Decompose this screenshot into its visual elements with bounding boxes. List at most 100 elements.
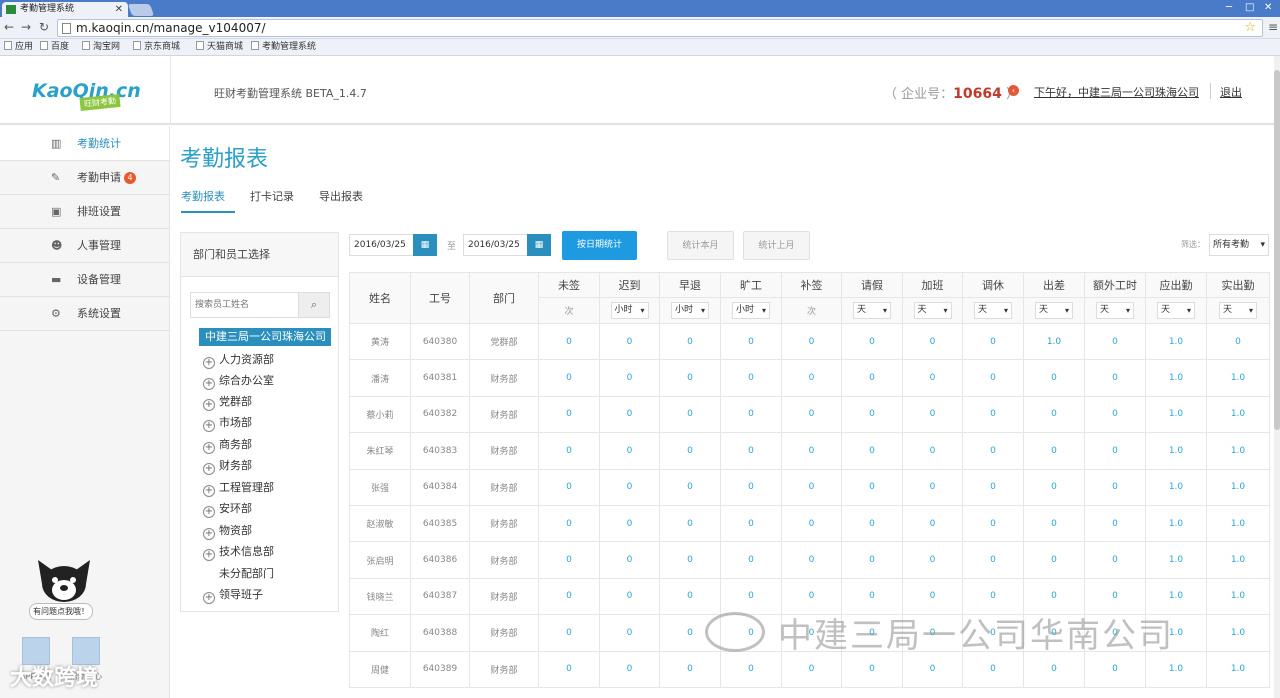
table-cell: 1.0 [1206,650,1270,688]
expand-plus-icon[interactable]: + [203,485,215,497]
table-row[interactable]: 朱红琴 640383 财务部 0 0 0 0 0 0 0 0 0 0 1.0 1.0 [349,432,1270,470]
forward-icon[interactable]: → [21,20,31,34]
close-tab-icon[interactable]: ✕ [115,2,123,17]
tab-punch-records[interactable]: 打卡记录 [250,188,294,204]
tree-node[interactable]: + 工程管理部 [203,478,274,498]
column-header: 调休 [962,272,1024,298]
table-row[interactable]: 张启明 640386 财务部 0 0 0 0 0 0 0 0 0 0 1.0 1.0 [349,541,1270,579]
tree-node[interactable]: + 商务部 [203,435,252,455]
unit-select[interactable]: 天 [913,302,952,319]
tree-node[interactable]: + 党群部 [203,392,252,412]
sidebar-item-hr[interactable]: ☻ 人事管理 [0,229,169,263]
tree-node[interactable]: 未分配部门 [203,564,274,584]
tree-node[interactable]: + 物资部 [203,521,252,541]
help-bubble[interactable]: 有问题点我哦！ [29,603,93,620]
expand-plus-icon[interactable]: + [203,463,215,475]
bookmark-apps[interactable]: 应用 [4,39,33,55]
stat-by-date-button[interactable]: 按日期统计 [562,231,637,260]
scrollbar-thumb[interactable] [1274,70,1280,430]
unit-select[interactable]: 天 [1219,302,1257,319]
close-window-icon[interactable]: ✕ [1264,2,1272,13]
filter-select[interactable]: 所有考勤 [1209,234,1269,256]
employee-search-input[interactable] [191,293,299,317]
logout-link[interactable]: 退出 [1220,84,1242,100]
page-scrollbar[interactable] [1274,56,1280,698]
url-input[interactable]: m.kaoqin.cn/manage_v104007/ ☆ [57,19,1263,37]
tab-export-report[interactable]: 导出报表 [319,188,363,204]
expand-plus-icon[interactable]: + [203,592,215,604]
tab-attendance-report[interactable]: 考勤报表 [181,188,225,204]
table-row[interactable]: 张强 640384 财务部 0 0 0 0 0 0 0 0 0 0 1.0 1.0 [349,468,1270,506]
bookmark-star-icon[interactable]: ☆ [1244,20,1256,36]
department-tree-panel: 部门和员工选择 ⌕ 中建三局一公司珠海公司 +人力资源部 +综合办公室 +党群部… [180,232,339,612]
table-row[interactable]: 蔡小莉 640382 财务部 0 0 0 0 0 0 0 0 0 0 1.0 1.0 [349,395,1270,434]
table-row[interactable]: 黄涛 640380 党群部 0 0 0 0 0 0 0 0 1.0 0 1.0 0 [349,322,1270,361]
bookmark-tmall[interactable]: 天猫商城 [196,39,243,55]
table-cell: 0 [538,614,600,652]
table-cell: 0 [841,541,903,579]
table-cell: 0 [1023,468,1085,506]
browser-menu-icon[interactable]: ≡ [1268,20,1278,34]
unit-select[interactable]: 天 [1157,302,1195,319]
unit-cell: 天 [1145,297,1207,324]
tree-node[interactable]: + 领导班子 [203,585,263,605]
tree-node[interactable]: + 财务部 [203,456,252,476]
bookmark-jd[interactable]: 京东商城 [133,39,180,55]
expand-plus-icon[interactable]: + [203,528,215,540]
sidebar-item-attendance-stats[interactable]: ▥ 考勤统计 [0,127,169,161]
new-tab-button[interactable] [127,4,155,16]
unit-select[interactable]: 天 [1035,302,1073,319]
table-row[interactable]: 赵淑敏 640385 财务部 0 0 0 0 0 0 0 0 0 0 1.0 1.0 [349,504,1270,543]
greeting-link[interactable]: 下午好，中建三局一公司珠海公司 [1034,84,1199,100]
bookmark-baidu[interactable]: 百度 [40,39,69,55]
unit-select[interactable]: 小时 [732,302,770,319]
bookmark-taobao[interactable]: 淘宝网 [82,39,120,55]
expand-plus-icon[interactable]: + [203,442,215,454]
unit-label: 次 [781,297,842,324]
system-name: 旺财考勤管理系统 BETA_1.4.7 [214,87,367,100]
sidebar-item-devices[interactable]: ▬ 设备管理 [0,263,169,297]
search-icon[interactable]: ⌕ [298,293,329,317]
expand-plus-icon[interactable]: + [203,549,215,561]
users-icon: ☻ [51,239,63,252]
unit-select[interactable]: 天 [974,302,1012,319]
expand-plus-icon[interactable]: + [203,378,215,390]
expand-plus-icon[interactable]: + [203,399,215,411]
expand-plus-icon[interactable]: + [203,420,215,432]
tree-node[interactable]: + 综合办公室 [203,371,274,391]
sidebar-item-attendance-request[interactable]: ✎ 考勤申请 4 [0,161,169,195]
table-cell: 0 [1023,432,1085,470]
expand-plus-icon[interactable]: + [203,506,215,518]
unit-select[interactable]: 小时 [610,302,649,319]
table-cell: 0 [1084,322,1146,361]
tree-root-node[interactable]: 中建三局一公司珠海公司 [199,328,331,346]
back-icon[interactable]: ← [4,20,14,34]
tree-node[interactable]: + 人力资源部 [203,350,274,370]
unit-cell: 天 [841,297,903,324]
dog-mascot-icon[interactable] [34,558,94,604]
minimize-icon[interactable]: ─ [1226,2,1232,13]
calendar-icon[interactable]: ▦ [527,234,551,256]
unit-select[interactable]: 小时 [671,302,709,319]
table-row[interactable]: 潘涛 640381 财务部 0 0 0 0 0 0 0 0 0 0 1.0 1.0 [349,359,1270,397]
reload-icon[interactable]: ↻ [39,20,49,34]
maximize-icon[interactable]: □ [1245,2,1254,13]
tree-node[interactable]: + 技术信息部 [203,542,274,562]
table-cell: 1.0 [1145,359,1207,397]
unit-select[interactable]: 天 [1096,302,1134,319]
browser-tab[interactable]: 考勤管理系统 ✕ [2,2,128,17]
tree-node[interactable]: + 市场部 [203,413,252,433]
sidebar-item-schedule[interactable]: ▣ 排班设置 [0,195,169,229]
calendar-icon[interactable]: ▦ [413,234,437,256]
expand-plus-icon[interactable]: + [203,357,215,369]
table-cell: 0 [720,468,782,506]
unit-select[interactable]: 天 [853,302,891,319]
tree-node[interactable]: + 安环部 [203,499,252,519]
filter-label: 筛选： [1181,240,1205,249]
stat-this-month-button[interactable]: 统计本月 [667,231,734,260]
stat-last-month-button[interactable]: 统计上月 [743,231,810,260]
table-cell: 640382 [410,395,470,434]
sidebar-item-settings[interactable]: ⚙ 系统设置 [0,297,169,331]
bookmark-kaoqin[interactable]: 考勤管理系统 [251,39,316,55]
column-header: 应出勤 [1145,272,1207,298]
